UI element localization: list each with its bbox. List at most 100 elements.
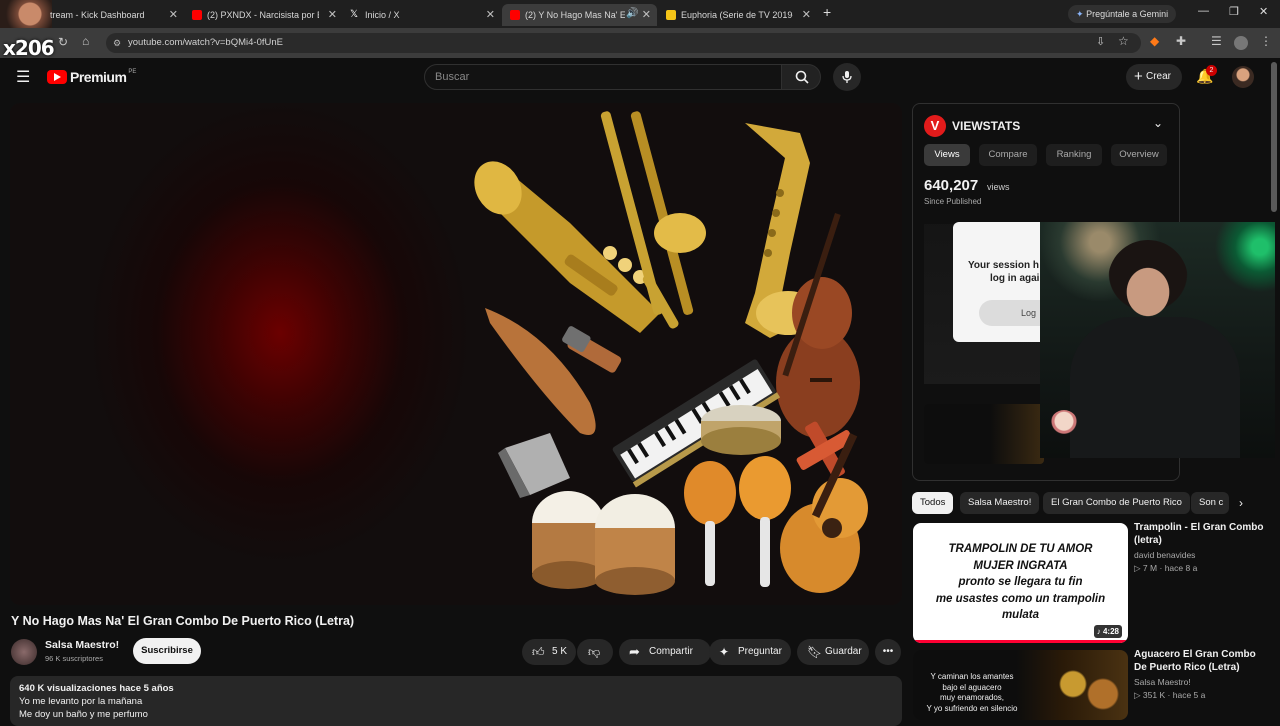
like-button[interactable]: 👍︎ 5 K bbox=[522, 639, 576, 665]
collapse-chevron-icon[interactable]: ⌄ bbox=[1153, 116, 1163, 130]
hamburger-menu-icon[interactable]: ☰ bbox=[16, 67, 30, 87]
lyric-line: bajo el aguacero bbox=[942, 682, 1002, 692]
subscriber-count: 96 K suscriptores bbox=[45, 654, 103, 663]
reload-icon[interactable]: ↻ bbox=[58, 35, 68, 49]
tab-search-icon[interactable]: ☰ bbox=[1211, 34, 1222, 48]
install-icon[interactable]: ⇩ bbox=[1096, 35, 1105, 48]
like-count: 5 K bbox=[552, 646, 568, 657]
streamer-badge: x206 bbox=[3, 36, 55, 60]
dislike-button[interactable]: 👎︎ bbox=[577, 639, 613, 665]
close-icon[interactable]: ✕ bbox=[802, 8, 811, 21]
chip-el-gran-combo[interactable]: El Gran Combo de Puerto Rico bbox=[1043, 492, 1190, 514]
close-icon[interactable]: ✕ bbox=[328, 8, 337, 21]
bookmark-icon: 🔖︎ bbox=[807, 645, 823, 659]
tab-kick-dashboard[interactable]: tream - Kick Dashboard ✕ bbox=[50, 4, 178, 26]
viewstats-logo-icon: V bbox=[924, 115, 946, 137]
instruments-thumb bbox=[1043, 654, 1123, 716]
tab-euphoria[interactable]: Euphoria (Serie de TV 2019-20 ✕ bbox=[666, 4, 811, 26]
url-field[interactable]: ⚙ youtube.com/watch?v=bQMi4-0fUnE bbox=[106, 33, 1141, 53]
lyric-line: TRAMPOLIN DE TU AMOR bbox=[948, 543, 1093, 555]
extensions-puzzle-icon[interactable]: ✚ bbox=[1176, 34, 1186, 48]
voice-search-button[interactable] bbox=[833, 63, 861, 91]
subscribe-button[interactable]: Suscribirse bbox=[133, 638, 201, 664]
extension-fox-icon[interactable]: ◆ bbox=[1150, 34, 1159, 48]
youtube-icon bbox=[192, 10, 202, 20]
create-label: Crear bbox=[1146, 71, 1172, 82]
more-horizontal-icon: ••• bbox=[882, 646, 894, 657]
tab-current-video[interactable]: (2) Y No Hago Mas Na' El G 🔊 ✕ bbox=[502, 4, 657, 26]
browser-menu-icon[interactable]: ⋮ bbox=[1260, 34, 1272, 48]
viewstats-tab-overview[interactable]: Overview bbox=[1111, 144, 1167, 166]
close-window-button[interactable]: ✕ bbox=[1259, 5, 1268, 18]
channel-name[interactable]: Salsa Maestro! bbox=[45, 639, 119, 651]
minimize-button[interactable]: — bbox=[1198, 5, 1209, 17]
recommendation-thumbnail[interactable]: Y caminan los amantes bajo el aguacero m… bbox=[913, 650, 1128, 720]
search-input[interactable]: Buscar bbox=[424, 64, 782, 90]
gemini-icon: ✦ bbox=[1076, 9, 1084, 19]
ask-button[interactable]: ✦ Preguntar bbox=[709, 639, 791, 665]
search-button[interactable] bbox=[781, 64, 821, 90]
page-scrollbar[interactable] bbox=[1271, 62, 1277, 212]
viewstats-brand: VIEWSTATS bbox=[952, 119, 1021, 133]
tab-label: (2) Y No Hago Mas Na' El G bbox=[525, 10, 625, 20]
chips-next-chevron-icon[interactable]: › bbox=[1239, 496, 1243, 510]
recommendation-title[interactable]: Trampolin - El Gran Combo (letra) bbox=[1134, 521, 1264, 547]
channel-avatar[interactable] bbox=[11, 639, 37, 665]
search-icon bbox=[795, 70, 809, 84]
recommendation-thumbnail[interactable]: TRAMPOLIN DE TU AMOR MUJER INGRATA pront… bbox=[913, 523, 1128, 643]
viewstats-thumbnail[interactable] bbox=[924, 404, 1044, 464]
close-icon[interactable]: ✕ bbox=[642, 8, 651, 21]
bookmark-star-icon[interactable]: ☆ bbox=[1118, 34, 1129, 48]
browser-tab-bar: x206 tream - Kick Dashboard ✕ (2) PXNDX … bbox=[0, 0, 1280, 60]
tab-label: (2) PXNDX - Narcisista por Exce bbox=[207, 10, 319, 20]
play-icon: ▷ bbox=[1134, 690, 1141, 700]
video-player[interactable] bbox=[10, 103, 902, 605]
tab-pxndx[interactable]: (2) PXNDX - Narcisista por Exce ✕ bbox=[192, 4, 337, 26]
recommendation-title[interactable]: Aguacero El Gran Combo De Puerto Rico (L… bbox=[1134, 648, 1264, 674]
ask-label: Preguntar bbox=[738, 646, 782, 657]
create-button[interactable]: + Crear bbox=[1126, 64, 1182, 90]
lyric-line: mulata bbox=[1001, 609, 1040, 621]
recommendation-channel[interactable]: Salsa Maestro! bbox=[1134, 676, 1191, 689]
share-icon: ➦ bbox=[629, 644, 640, 659]
sticker-character-icon bbox=[1050, 410, 1078, 438]
separator: · bbox=[1159, 563, 1163, 573]
webcam-overlay bbox=[1040, 222, 1275, 458]
maximize-button[interactable]: ❐ bbox=[1229, 5, 1239, 18]
share-button[interactable]: ➦ Compartir bbox=[619, 639, 711, 665]
session-line: log in agai bbox=[990, 273, 1040, 284]
chip-salsa-maestro[interactable]: Salsa Maestro! bbox=[960, 492, 1040, 514]
close-icon[interactable]: ✕ bbox=[486, 8, 495, 21]
lyric-line: muy enamorados, bbox=[939, 693, 1005, 702]
speaker-icon[interactable]: 🔊 bbox=[626, 8, 638, 19]
thumbs-down-icon: 👎︎ bbox=[588, 645, 601, 659]
account-avatar[interactable] bbox=[1232, 66, 1254, 88]
viewstats-tab-views[interactable]: Views bbox=[924, 144, 970, 166]
rec-age: hace 8 a bbox=[1164, 563, 1198, 573]
home-icon[interactable]: ⌂ bbox=[82, 34, 89, 48]
description-box[interactable]: 640 K visualizaciones hace 5 años Yo me … bbox=[10, 676, 902, 726]
thumbs-up-icon: 👍︎ bbox=[532, 645, 545, 659]
video-title: Y No Hago Mas Na' El Gran Combo De Puert… bbox=[11, 614, 355, 628]
viewstats-tab-compare[interactable]: Compare bbox=[979, 144, 1037, 166]
profile-avatar[interactable] bbox=[1234, 36, 1248, 50]
more-actions-button[interactable]: ••• bbox=[875, 639, 901, 665]
gemini-button[interactable]: ✦ Pregúntale a Gemini bbox=[1068, 5, 1177, 23]
plus-icon: + bbox=[1134, 68, 1143, 85]
tab-x-home[interactable]: 𝕏 Inicio / X ✕ bbox=[350, 4, 495, 26]
site-info-icon[interactable]: ⚙ bbox=[113, 33, 121, 53]
x-icon: 𝕏 bbox=[350, 9, 359, 20]
url-text: youtube.com/watch?v=bQMi4-0fUnE bbox=[128, 37, 283, 48]
login-label: Log bbox=[1021, 308, 1037, 318]
save-button[interactable]: 🔖︎ Guardar bbox=[797, 639, 869, 665]
viewstats-tab-ranking[interactable]: Ranking bbox=[1046, 144, 1102, 166]
chip-all[interactable]: Todos bbox=[912, 492, 954, 514]
new-tab-button[interactable]: + bbox=[823, 4, 831, 20]
share-label: Compartir bbox=[649, 646, 693, 657]
recommendation-channel[interactable]: david benavides bbox=[1134, 549, 1195, 562]
chip-son[interactable]: Son c bbox=[1191, 492, 1229, 514]
youtube-logo[interactable]: Premium PE bbox=[47, 69, 136, 85]
recommendation-stats: ▷ 351 K · hace 5 a bbox=[1134, 689, 1205, 702]
close-icon[interactable]: ✕ bbox=[169, 8, 178, 21]
notifications-button[interactable]: 🔔 2 bbox=[1196, 65, 1217, 88]
